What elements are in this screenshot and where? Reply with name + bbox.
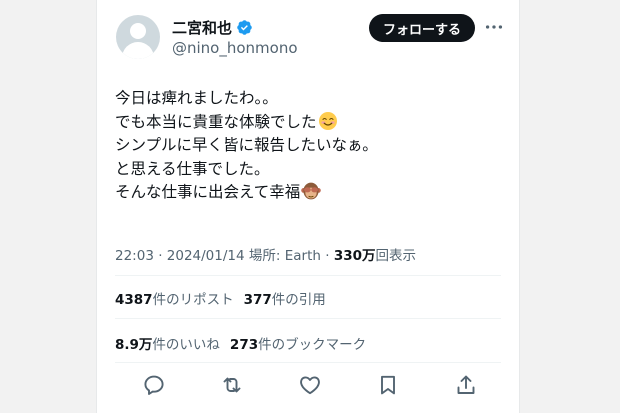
reply-icon: [144, 375, 164, 395]
bookmark-button[interactable]: [375, 372, 401, 398]
tweet-meta: 22:03 · 2024/01/14 場所: Earth · 330万回表示: [115, 244, 416, 264]
verified-badge-icon: [237, 20, 252, 35]
divider: [115, 318, 501, 319]
quotes-count: 377: [243, 292, 272, 308]
divider: [115, 275, 501, 276]
like-stat[interactable]: 8.9万件のいいね: [115, 337, 220, 353]
avatar-body-shape: [122, 42, 154, 59]
bookmark-icon: [381, 375, 395, 395]
quotes-label: 件の引用: [271, 292, 326, 308]
tweet-card: 二宮和也 @nino_honmono フォローする 今日は痺れましたわ。。 でも…: [96, 0, 520, 413]
location-label: 場所:: [244, 248, 285, 264]
tweet-line-1: 今日は痺れましたわ。。: [115, 89, 278, 107]
location-value: Earth: [284, 248, 321, 264]
likes-count: 8.9万: [115, 337, 153, 353]
share-button[interactable]: [453, 372, 479, 398]
repost-stats-row: 4387件のリポスト 377件の引用: [115, 288, 326, 308]
action-bar: [137, 372, 487, 400]
tweet-line-5-wrap: そんな仕事に出会えて幸福: [115, 181, 378, 205]
follow-button[interactable]: フォローする: [369, 14, 476, 42]
tweet-date[interactable]: 2024/01/14: [167, 248, 245, 264]
tweet-line-5: そんな仕事に出会えて幸福: [115, 183, 301, 201]
tweet-text: 今日は痺れましたわ。。 でも本当に貴重な体験でした シンプルに早く皆に報告したい…: [115, 87, 378, 205]
quote-stat[interactable]: 377件の引用: [244, 292, 326, 308]
tweet-line-2: でも本当に貴重な体験でした: [115, 112, 317, 131]
tweet-time[interactable]: 22:03: [115, 248, 154, 264]
bookmarks-label: 件のブックマーク: [258, 337, 367, 353]
user-handle[interactable]: @nino_honmono: [172, 39, 298, 57]
name-row: 二宮和也: [172, 17, 253, 38]
reposts-count: 4387: [115, 292, 153, 308]
views-label: 回表示: [375, 248, 417, 264]
repost-stat[interactable]: 4387件のリポスト: [115, 292, 234, 308]
reposts-label: 件のリポスト: [152, 292, 234, 308]
bookmark-stat[interactable]: 273件のブックマーク: [230, 337, 366, 353]
tweet-line-2-wrap: でも本当に貴重な体験でした: [115, 111, 378, 135]
smiling-face-emoji-icon: [318, 111, 337, 130]
share-icon: [457, 375, 475, 394]
reply-button[interactable]: [141, 372, 167, 398]
likes-label: 件のいいね: [152, 337, 220, 353]
meta-separator: ·: [153, 248, 167, 264]
more-dots-icon[interactable]: [483, 16, 505, 38]
views-count: 330万: [333, 248, 376, 264]
like-button[interactable]: [297, 372, 323, 398]
tweet-line-3: シンプルに早く皆に報告したいなぁ。: [115, 136, 378, 154]
repost-icon: [223, 377, 241, 393]
repost-button[interactable]: [219, 372, 245, 398]
avatar-head-shape: [130, 23, 146, 39]
heart-icon: [300, 376, 320, 395]
display-name[interactable]: 二宮和也: [172, 17, 232, 38]
bookmarks-count: 273: [229, 337, 259, 353]
divider: [115, 362, 501, 363]
see-no-evil-monkey-emoji-icon: [301, 182, 322, 200]
avatar[interactable]: [116, 15, 160, 59]
like-stats-row: 8.9万件のいいね 273件のブックマーク: [115, 333, 366, 353]
meta-separator: ·: [320, 248, 334, 264]
tweet-line-4: と思える仕事でした。: [115, 159, 270, 178]
